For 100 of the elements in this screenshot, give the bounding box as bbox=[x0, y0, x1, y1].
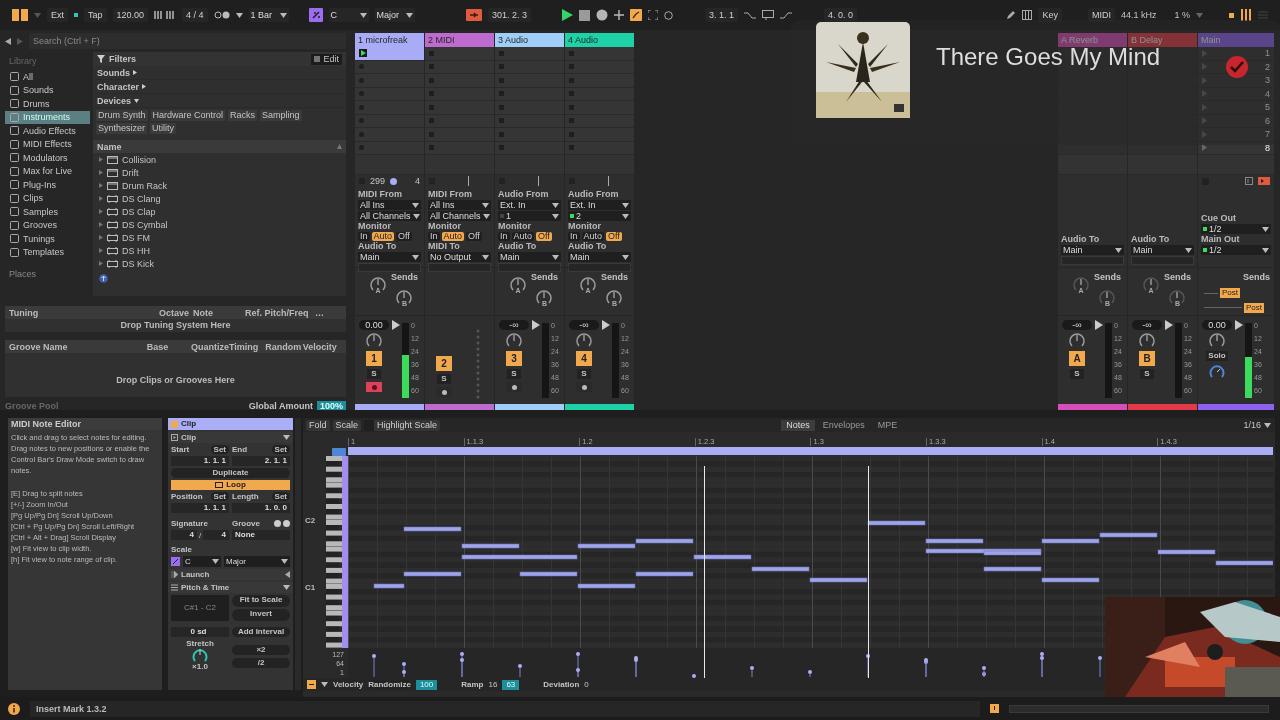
monitor-button[interactable]: Off bbox=[466, 232, 482, 241]
knob[interactable] bbox=[505, 333, 523, 348]
metronome-icon[interactable] bbox=[213, 11, 230, 19]
half-button[interactable]: /2 bbox=[232, 658, 290, 668]
clip-slot[interactable] bbox=[355, 47, 424, 61]
output-channel-field[interactable] bbox=[1131, 256, 1194, 265]
output-channel-field[interactable] bbox=[428, 263, 491, 272]
forward-icon[interactable] bbox=[17, 37, 23, 45]
column-header[interactable]: Ref. Pitch/Freq bbox=[245, 307, 315, 318]
punch-out-icon[interactable] bbox=[780, 11, 793, 19]
monitor-button[interactable]: In bbox=[568, 232, 580, 241]
clip-tab[interactable]: Clip bbox=[168, 418, 293, 430]
info-icon[interactable] bbox=[8, 702, 20, 715]
loop-length-field[interactable]: 4. 0. 0 bbox=[824, 8, 858, 22]
solo-button[interactable]: S bbox=[367, 369, 381, 379]
ramp-end-field[interactable]: 63 bbox=[502, 679, 520, 690]
channel-dropdown[interactable]: 2 bbox=[568, 211, 631, 221]
solo-button[interactable]: S bbox=[1070, 369, 1084, 379]
solo-button[interactable]: S bbox=[507, 369, 521, 379]
main-out-dropdown[interactable]: 1/2 bbox=[1201, 245, 1271, 255]
knob[interactable] bbox=[535, 290, 554, 305]
track-header[interactable]: 2 MIDI bbox=[425, 33, 494, 47]
groove-icons[interactable] bbox=[274, 520, 290, 527]
knob[interactable] bbox=[1142, 277, 1160, 292]
library-category[interactable]: All bbox=[5, 70, 90, 84]
randomize-amount-field[interactable]: 100 bbox=[415, 679, 438, 690]
knob[interactable] bbox=[579, 277, 597, 292]
sync-button[interactable]: Ext bbox=[47, 8, 68, 22]
check-icon[interactable] bbox=[1226, 56, 1248, 78]
record-arrangement-icon[interactable] bbox=[466, 9, 482, 21]
signature-numerator-field[interactable]: 4 bbox=[171, 530, 197, 540]
knob[interactable] bbox=[575, 333, 593, 348]
groove-field[interactable]: None bbox=[232, 530, 290, 540]
clip-slot[interactable] bbox=[425, 47, 494, 61]
column-header[interactable]: Tuning bbox=[9, 307, 159, 318]
output-dropdown[interactable]: Main bbox=[1131, 245, 1194, 255]
browser-item[interactable]: Drum Rack bbox=[93, 179, 346, 192]
post-button[interactable]: Post bbox=[1244, 302, 1264, 313]
library-category[interactable]: Samples bbox=[5, 205, 90, 219]
clip-slot[interactable] bbox=[495, 47, 564, 61]
tempo-field[interactable]: 120.00 bbox=[112, 8, 149, 22]
automation-icon[interactable] bbox=[630, 9, 643, 21]
filter-tag[interactable]: Drum Synth bbox=[96, 110, 148, 121]
browser-item[interactable]: DS HH bbox=[93, 244, 346, 257]
cue-volume-knob[interactable] bbox=[1209, 364, 1225, 380]
randomize-button[interactable]: Randomize bbox=[368, 679, 411, 690]
layout-icon[interactable] bbox=[12, 8, 28, 22]
monitor-button[interactable]: In bbox=[498, 232, 510, 241]
solo-button[interactable]: S bbox=[577, 369, 591, 379]
back-icon[interactable] bbox=[5, 37, 11, 45]
crossfader-icon[interactable] bbox=[1258, 177, 1270, 185]
warning-icon[interactable] bbox=[990, 704, 999, 713]
library-category[interactable]: MIDI Effects bbox=[5, 137, 90, 151]
output-dropdown[interactable]: Main bbox=[1061, 245, 1124, 255]
position-field[interactable]: 1. 1. 1 bbox=[171, 503, 229, 513]
set-button[interactable]: Set bbox=[210, 445, 229, 454]
track-header[interactable]: 1 microfreak bbox=[355, 33, 424, 47]
knob[interactable] bbox=[1168, 290, 1187, 305]
filter-group[interactable]: Character bbox=[93, 80, 346, 94]
column-header[interactable]: Quantize bbox=[190, 341, 229, 352]
clip-slot[interactable] bbox=[495, 155, 564, 175]
library-category[interactable]: Max for Live bbox=[5, 164, 90, 178]
editor-tab[interactable]: Notes bbox=[781, 419, 815, 431]
output-channel-field[interactable] bbox=[1061, 256, 1124, 265]
cue-out-dropdown[interactable]: 1/2 bbox=[1201, 224, 1271, 234]
volume-readout[interactable]: 0.00 bbox=[359, 320, 389, 330]
browser-item[interactable]: DS Clang bbox=[93, 192, 346, 205]
keyboard-icon[interactable] bbox=[1022, 10, 1033, 20]
scale-icon[interactable] bbox=[308, 8, 323, 22]
add-interval-button[interactable]: Add Interval bbox=[232, 627, 290, 637]
monitor-button[interactable]: Off bbox=[606, 232, 622, 241]
expand-icon[interactable] bbox=[648, 10, 659, 20]
signature-denominator-field[interactable]: 4 bbox=[203, 530, 229, 540]
position-field[interactable]: 1. 0. 0 bbox=[232, 503, 290, 513]
stretch-knob[interactable] bbox=[192, 648, 208, 662]
stop-icon[interactable] bbox=[579, 9, 591, 21]
clip-view-icon[interactable] bbox=[1245, 177, 1253, 185]
track-activator-button[interactable]: 3 bbox=[506, 351, 522, 366]
input-dropdown[interactable]: All Ins bbox=[428, 200, 491, 210]
levels-icon[interactable] bbox=[1240, 9, 1252, 21]
output-dropdown[interactable]: Main bbox=[498, 252, 561, 262]
scale-dropdown[interactable]: Major bbox=[374, 8, 415, 22]
column-header[interactable]: Note bbox=[193, 307, 245, 318]
knob[interactable] bbox=[1068, 333, 1086, 348]
circle-icon[interactable] bbox=[664, 10, 674, 20]
browser-item[interactable]: DS Kick bbox=[93, 257, 346, 270]
tap-button[interactable]: Tap bbox=[84, 8, 107, 22]
monitor-button[interactable]: Auto bbox=[441, 232, 465, 241]
loop-start-field[interactable]: 3. 1. 1 bbox=[705, 8, 739, 22]
tool-button[interactable]: Fold bbox=[306, 419, 330, 431]
loop-icon[interactable] bbox=[762, 10, 775, 20]
library-category[interactable]: Tunings bbox=[5, 232, 90, 246]
output-channel-field[interactable] bbox=[358, 263, 421, 272]
monitor-button[interactable]: Auto bbox=[371, 232, 395, 241]
solo-button[interactable]: S bbox=[437, 374, 451, 384]
volume-readout[interactable]: 0.00 bbox=[1202, 320, 1232, 330]
browser-item[interactable]: Drift bbox=[93, 166, 346, 179]
monitor-button[interactable]: Off bbox=[536, 232, 552, 241]
knob[interactable] bbox=[605, 290, 624, 305]
editor-tab[interactable]: Envelopes bbox=[817, 419, 870, 431]
